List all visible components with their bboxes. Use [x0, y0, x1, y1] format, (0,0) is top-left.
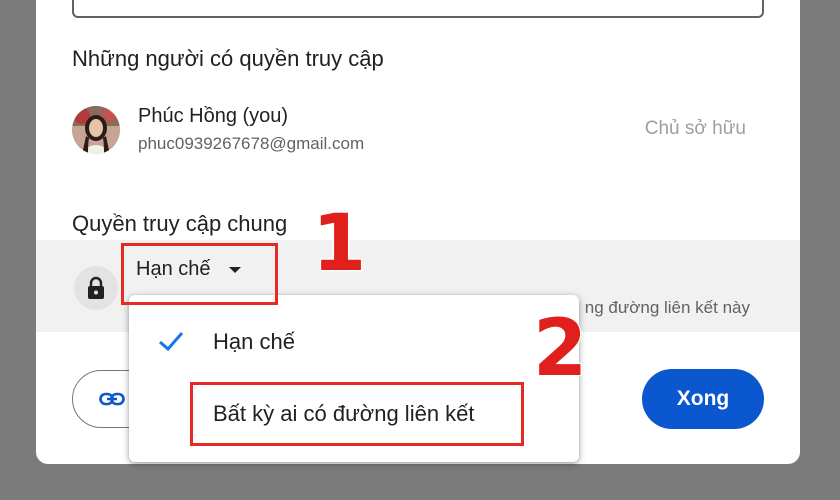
owner-role-label: Chủ sở hữu [644, 118, 746, 139]
dropdown-arrow-icon [228, 266, 241, 273]
owner-email: phuc0939267678@gmail.com [138, 134, 365, 153]
menu-item-label: Bất kỳ ai có đường liên kết [213, 401, 475, 426]
general-access-menu: Hạn chế Bất kỳ ai có đường liên kết [129, 295, 579, 462]
menu-item-label: Hạn chế [213, 329, 295, 354]
general-access-title: Quyền truy cập chung [72, 211, 288, 236]
general-access-selected: Hạn chế [136, 258, 211, 280]
check-icon [159, 332, 184, 352]
step-number-2: 2 [532, 304, 589, 394]
avatar [72, 106, 120, 154]
link-icon [99, 392, 125, 406]
step-number-1: 1 [311, 199, 368, 289]
people-with-access-title: Những người có quyền truy cập [72, 46, 384, 71]
done-button[interactable]: Xong [642, 369, 764, 429]
avatar-photo-icon [72, 106, 120, 154]
add-people-input[interactable] [72, 0, 764, 18]
general-access-description: ng đường liên kết này [584, 298, 750, 317]
lock-icon [74, 266, 118, 310]
owner-name: Phúc Hồng (you) [138, 105, 289, 127]
general-access-dropdown[interactable]: Hạn chế [136, 258, 241, 281]
